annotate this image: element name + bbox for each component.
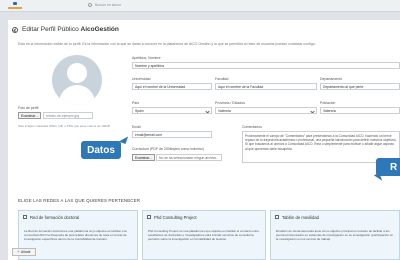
universidad-input[interactable]: Aquí el nombre de la Universidad xyxy=(132,83,212,90)
page-title: Editar Perfil Público AicoGestión xyxy=(22,26,119,33)
network-description: El tablón de oferta-demanda tiene como o… xyxy=(276,229,394,241)
network-checkbox[interactable] xyxy=(147,215,151,219)
page-header: Editar Perfil Público AicoGestión xyxy=(12,26,119,33)
search-placeholder: Buscar en aiccor xyxy=(95,3,122,7)
curriculum-label: Curriculum (PDF de 200kbytes como máximo… xyxy=(132,147,204,151)
provincia-select[interactable]: Valencia xyxy=(215,107,317,114)
email-input[interactable]: email@email.com xyxy=(132,131,212,138)
aico-logo[interactable] xyxy=(8,2,26,10)
logo-bar xyxy=(8,7,22,9)
departamento-input[interactable]: Departamento al que perte xyxy=(320,83,400,90)
networks-section-title: ELIGE LAS REDES A LAS QUE QUIERES PERTEN… xyxy=(18,198,141,203)
apellidos-label: Apellidos, Nombre xyxy=(132,56,161,60)
network-card-phd[interactable]: Phd Consulting Project Phd Consulting Pr… xyxy=(142,210,266,260)
pais-select[interactable]: Spain xyxy=(132,107,212,114)
photo-browse-button[interactable]: Examinar... xyxy=(18,112,41,119)
network-title: Phd Consulting Project xyxy=(154,214,197,220)
network-title: Red de formación doctoral xyxy=(30,214,80,220)
plus-icon: + xyxy=(17,250,20,254)
datos-callout: Datos xyxy=(81,141,121,159)
network-checkbox[interactable] xyxy=(23,215,27,219)
back-arrow-icon[interactable] xyxy=(12,26,18,33)
photo-label: Foto de perfil xyxy=(18,106,39,110)
network-card-formacion[interactable]: Red de formación doctoral La Red de form… xyxy=(18,210,138,260)
logo-mark xyxy=(13,2,17,5)
network-description: La Red de formación doctoral es una plat… xyxy=(24,229,127,241)
top-search[interactable]: Buscar en aiccor xyxy=(88,3,121,7)
departamento-label: Departamento xyxy=(320,77,343,81)
universidad-label: Universidad xyxy=(132,77,151,81)
avatar-head-shape xyxy=(67,63,87,83)
facultad-label: Facultad xyxy=(215,77,229,81)
curriculum-filename: No se ha seleccionado ningún archivo. xyxy=(156,154,222,161)
network-title: Tablón de movilidad xyxy=(282,214,320,220)
top-bar: Buscar en aiccor xyxy=(0,0,400,12)
pais-label: País xyxy=(132,101,140,105)
facultad-input[interactable]: Aquí el nombre de la Facultad xyxy=(215,83,317,90)
network-checkbox[interactable] xyxy=(275,215,279,219)
photo-note: Sólo imagen cuadrada JPEG, GIF o PNG que… xyxy=(18,124,110,128)
photo-filename: retrato-de-ejemplo.jpg xyxy=(43,112,93,119)
provincia-label: Provincia / Estados xyxy=(215,101,245,105)
avatar xyxy=(52,55,102,105)
search-icon xyxy=(88,3,92,7)
page-description: Esta es la información visible de tu per… xyxy=(18,42,316,46)
curriculum-browse-button[interactable]: Examinar... xyxy=(132,154,155,161)
network-card-movilidad[interactable]: Tablón de movilidad El tablón de oferta-… xyxy=(270,210,400,260)
poblacion-label: Población xyxy=(320,101,336,105)
network-description: Phd Consulting Project es una plataforma… xyxy=(148,229,260,241)
add-button[interactable]: + Añadir xyxy=(12,248,36,256)
email-label: Email xyxy=(132,125,141,129)
profile-panel: Editar Perfil Público AicoGestión Esta e… xyxy=(8,20,400,260)
comentarios-label: Comentarios xyxy=(242,125,262,129)
poblacion-input[interactable]: Valencia xyxy=(320,107,400,114)
redes-callout: R xyxy=(376,158,400,176)
avatar-body-shape xyxy=(59,85,95,105)
apellidos-input[interactable]: Nombre y apellidos xyxy=(132,62,400,69)
